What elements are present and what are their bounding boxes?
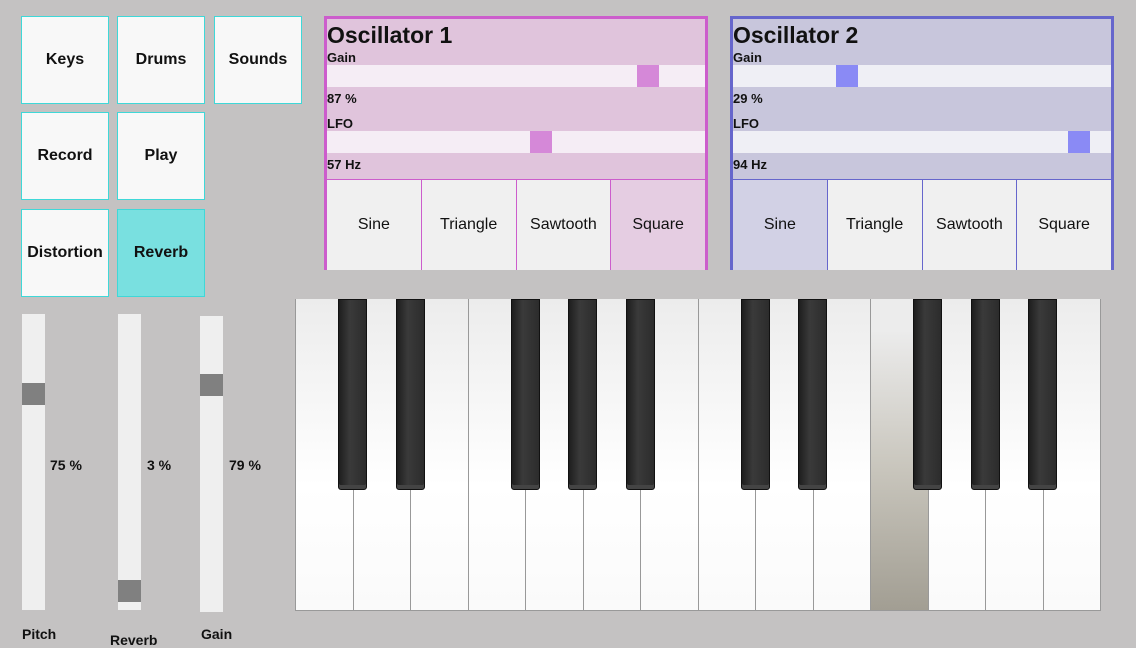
osc2-gain-label: Gain (733, 50, 762, 65)
osc1-sawtooth-button[interactable]: Sawtooth (516, 179, 612, 270)
black-key[interactable] (338, 299, 367, 490)
play-button[interactable]: Play (117, 112, 205, 200)
black-key[interactable] (913, 299, 942, 490)
keys-button[interactable]: Keys (21, 16, 109, 104)
pitch-slider-thumb[interactable] (22, 382, 45, 405)
black-key[interactable] (510, 299, 540, 490)
osc1-lfo-slider[interactable] (327, 131, 705, 153)
reverb-slider[interactable] (118, 314, 141, 610)
oscillator-2-panel: Oscillator 2 Gain 29 % LFO 94 Hz Sine Tr… (730, 16, 1114, 270)
osc1-gain-label: Gain (327, 50, 356, 65)
osc1-square-button[interactable]: Square (611, 179, 705, 270)
gain-slider-thumb[interactable] (200, 373, 223, 396)
osc1-sine-button[interactable]: Sine (327, 179, 422, 270)
osc2-gain-slider[interactable] (733, 65, 1111, 87)
gain-label: Gain (201, 626, 233, 642)
gain-slider[interactable] (200, 316, 223, 612)
osc1-lfo-thumb[interactable] (529, 131, 552, 153)
pitch-slider[interactable] (22, 314, 45, 610)
gain-value: 79 % (229, 457, 261, 473)
osc2-lfo-value: 94 Hz (733, 157, 767, 172)
reverb-value: 3 % (147, 457, 172, 473)
reverb-button[interactable]: Reverb (117, 209, 205, 297)
sounds-button[interactable]: Sounds (214, 16, 302, 104)
black-key[interactable] (625, 299, 655, 490)
pitch-value: 75 % (50, 457, 82, 473)
oscillator-1-panel: Oscillator 1 Gain 87 % LFO 57 Hz Sine Tr… (324, 16, 708, 270)
reverb-slider-thumb[interactable] (118, 579, 141, 602)
osc1-waveform-selector: Sine Triangle Sawtooth Square (327, 179, 705, 270)
reverb-label: Reverb (110, 632, 158, 648)
drums-button[interactable]: Drums (117, 16, 205, 104)
osc1-lfo-label: LFO (327, 116, 353, 131)
osc2-lfo-thumb[interactable] (1067, 131, 1090, 153)
osc1-lfo-value: 57 Hz (327, 157, 361, 172)
osc2-lfo-label: LFO (733, 116, 759, 131)
osc2-square-button[interactable]: Square (1017, 179, 1111, 270)
black-key[interactable] (395, 299, 425, 490)
osc1-triangle-button[interactable]: Triangle (421, 179, 517, 270)
oscillator-2-title: Oscillator 2 (733, 22, 859, 48)
osc1-gain-slider[interactable] (327, 65, 705, 87)
black-key[interactable] (568, 299, 597, 490)
osc2-waveform-selector: Sine Triangle Sawtooth Square (733, 179, 1111, 270)
osc2-triangle-button[interactable]: Triangle (827, 179, 923, 270)
osc2-gain-value: 29 % (733, 91, 763, 106)
record-button[interactable]: Record (21, 112, 109, 200)
osc1-gain-value: 87 % (327, 91, 357, 106)
osc2-lfo-slider[interactable] (733, 131, 1111, 153)
osc1-gain-thumb[interactable] (636, 65, 659, 87)
black-key[interactable] (798, 299, 827, 490)
black-key[interactable] (740, 299, 770, 490)
osc2-sine-button[interactable]: Sine (733, 179, 828, 270)
distortion-button[interactable]: Distortion (21, 209, 109, 297)
piano-keyboard (295, 299, 1101, 613)
black-key[interactable] (1028, 299, 1057, 490)
osc2-gain-thumb[interactable] (836, 65, 859, 87)
black-key[interactable] (970, 299, 1000, 490)
oscillator-1-title: Oscillator 1 (327, 22, 453, 48)
pitch-label: Pitch (22, 626, 57, 642)
osc2-sawtooth-button[interactable]: Sawtooth (922, 179, 1018, 270)
